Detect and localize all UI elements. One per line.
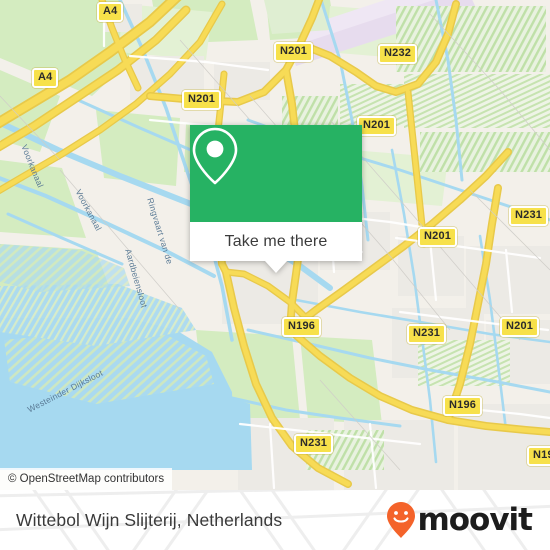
road-shield: A4	[32, 68, 59, 88]
moovit-logo[interactable]: moovit	[386, 501, 533, 539]
road-shield: N201	[274, 42, 314, 62]
moovit-pin-smiley-icon	[386, 501, 416, 539]
road-shield: N231	[509, 206, 549, 226]
callout-action-bar[interactable]: Take me there	[190, 222, 362, 261]
map-canvas[interactable]: Voorkanaal Voorkanaal Ringvaart van de A…	[0, 0, 550, 490]
road-shield: N196	[443, 396, 483, 416]
road-shield: N19	[527, 446, 550, 466]
moovit-wordmark: moovit	[417, 501, 533, 538]
road-shield: A4	[97, 2, 124, 22]
road-shield: N231	[407, 324, 447, 344]
road-shield: N201	[500, 317, 540, 337]
callout-pointer-tail	[265, 261, 287, 273]
footer-bar: Wittebol Wijn Slijterij, Netherlands moo…	[0, 490, 550, 550]
road-shield: N232	[378, 44, 418, 64]
moovit-map-screenshot: Voorkanaal Voorkanaal Ringvaart van de A…	[0, 0, 550, 550]
place-title: Wittebol Wijn Slijterij, Netherlands	[16, 509, 283, 530]
road-shield: N196	[282, 317, 322, 337]
road-shield: N201	[182, 90, 222, 110]
take-me-there-label: Take me there	[224, 232, 328, 250]
road-shield: N201	[357, 116, 397, 136]
place-callout-card[interactable]: Take me there	[190, 125, 362, 273]
road-shield: N201	[418, 227, 458, 247]
road-shield: N231	[294, 434, 334, 454]
osm-attribution[interactable]: © OpenStreetMap contributors	[0, 468, 173, 490]
callout-image-area	[190, 125, 362, 222]
